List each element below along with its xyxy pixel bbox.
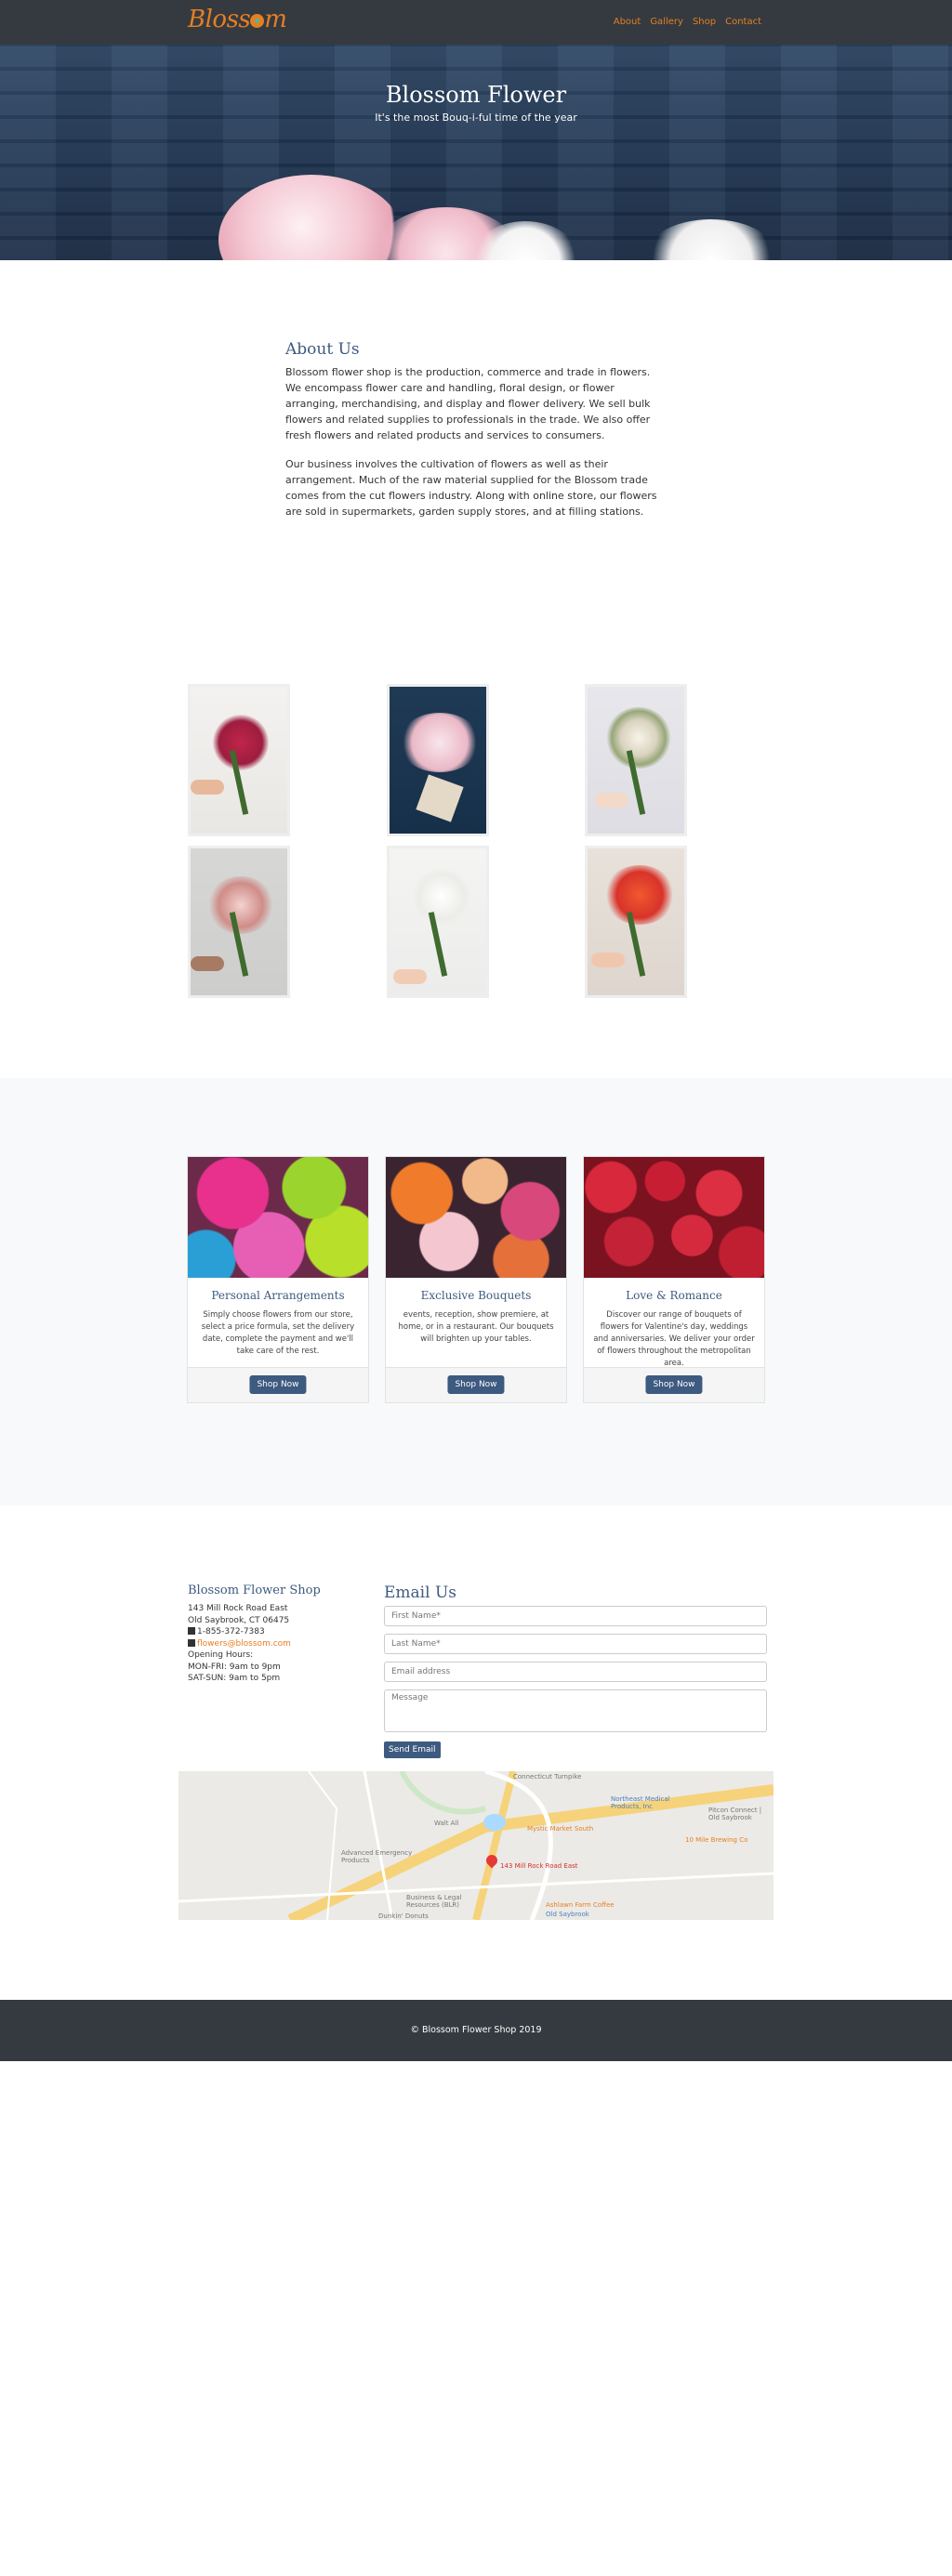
nav-link-contact[interactable]: Contact (725, 17, 761, 27)
hand (595, 793, 628, 808)
product-card-personal: Personal Arrangements Simply choose flow… (187, 1156, 369, 1403)
product-description: Discover our range of bouquets of flower… (593, 1310, 755, 1368)
about-heading: About Us (285, 340, 360, 359)
nav-link-about[interactable]: About (614, 17, 641, 27)
brand-logo[interactable]: Bloss m (188, 6, 287, 33)
phone-icon (188, 1627, 195, 1635)
product-description: events, reception, show premiere, at hom… (398, 1310, 554, 1344)
gallery-image-pink-peonies[interactable] (387, 684, 489, 836)
send-email-button[interactable]: Send Email (384, 1741, 441, 1758)
about-paragraph-2: Our business involves the cultivation of… (285, 458, 657, 518)
address-line-1: 143 Mill Rock Road East (188, 1604, 288, 1613)
map-label: Old Saybrook (546, 1911, 589, 1918)
map-label: Dunkin' Donuts (378, 1912, 429, 1920)
product-card-exclusive: Exclusive Bouquets events, reception, sh… (385, 1156, 567, 1403)
contact-heading: Email Us (384, 1584, 456, 1602)
gallery-image-white-roses[interactable] (387, 846, 489, 998)
product-title: Personal Arrangements (211, 1289, 345, 1302)
hero-banner: Blossom Flower It's the most Bouq-i-ful … (0, 45, 952, 260)
address-line-2: Old Saybrook, CT 06475 (188, 1615, 290, 1625)
flower-bloom (412, 869, 471, 925)
phone-number[interactable]: 1-855-372-7383 (197, 1627, 265, 1636)
hero-peony-image-4 (641, 219, 781, 260)
flower-bloom (399, 713, 481, 772)
envelope-icon (188, 1638, 195, 1647)
map-label: Mystic Market South (527, 1825, 594, 1833)
shop-now-button[interactable]: Shop Now (249, 1375, 307, 1394)
gallery-image-tulips[interactable] (585, 846, 687, 998)
map-label: Walt All (434, 1820, 459, 1827)
hours-weekday: MON-FRI: 9am to 9pm (188, 1662, 281, 1672)
hours-weekend: SAT-SUN: 9am to 5pm (188, 1674, 281, 1683)
nav-link-shop[interactable]: Shop (693, 17, 716, 27)
phone-row: 1-855-372-7383 (188, 1626, 364, 1638)
map-marker-label: 143 Mill Rock Road East (500, 1862, 578, 1870)
product-image-red-roses (584, 1157, 764, 1278)
navbar: Bloss m About Gallery Shop Contact (0, 0, 952, 45)
map-label: Pitcon Connect | Old Saybrook (708, 1807, 762, 1821)
about-section: About Us Blossom flower shop is the prod… (285, 340, 667, 532)
map-label: Connecticut Turnpike (513, 1773, 582, 1781)
product-title: Exclusive Bouquets (420, 1289, 532, 1302)
message-input[interactable] (384, 1689, 767, 1732)
flower-bloom (207, 876, 274, 934)
email-link[interactable]: flowers@blossom.com (197, 1639, 291, 1649)
paper-wrap (416, 774, 464, 822)
product-title: Love & Romance (626, 1289, 722, 1302)
product-description: Simply choose flowers from our store, se… (201, 1310, 355, 1356)
nav-links: About Gallery Shop Contact (614, 17, 761, 27)
hand (191, 956, 224, 971)
email-row: flowers@blossom.com (188, 1638, 364, 1650)
copyright-text: © Blossom Flower Shop 2019 (410, 2025, 542, 2035)
nav-link-gallery[interactable]: Gallery (650, 17, 683, 27)
product-image-mixed-bouquet (386, 1157, 566, 1278)
shop-heading: Blossom Flower Shop (188, 1584, 321, 1597)
products-section: Personal Arrangements Simply choose flow… (0, 1078, 952, 1505)
flower-bloom (604, 865, 675, 925)
footer: © Blossom Flower Shop 2019 (0, 2000, 952, 2061)
last-name-input[interactable] (384, 1634, 767, 1654)
hand (393, 969, 427, 984)
product-image-gerberas (188, 1157, 368, 1278)
contact-form: Email Us Send Email (384, 1584, 767, 1758)
flower-bloom (213, 715, 269, 770)
hand (191, 780, 224, 795)
hours-label: Opening Hours: (188, 1650, 254, 1660)
product-card-romance: Love & Romance Discover our range of bou… (583, 1156, 765, 1403)
shop-info: Blossom Flower Shop 143 Mill Rock Road E… (188, 1584, 364, 1685)
card-footer: Shop Now (188, 1367, 368, 1402)
gallery-image-alstroemeria[interactable] (188, 846, 290, 998)
hero-title: Blossom Flower (385, 82, 567, 108)
map-label: Advanced Emergency Products (341, 1849, 413, 1864)
hero-subtitle: It's the most Bouq-i-ful time of the yea… (375, 112, 577, 124)
shop-now-button[interactable]: Shop Now (447, 1375, 505, 1394)
gallery-image-white-wildflowers[interactable] (585, 684, 687, 836)
flower-bloom (606, 707, 671, 769)
map-label: Ashlawn Farm Coffee (546, 1901, 615, 1909)
map-label: Northeast Medical Products, Inc (611, 1795, 670, 1810)
map-embed[interactable]: Walt All Advanced Emergency Products Mys… (178, 1771, 774, 1920)
first-name-input[interactable] (384, 1606, 767, 1626)
about-paragraph-1: Blossom flower shop is the production, c… (285, 366, 651, 441)
map-label: Business & Legal Resources (BLR) (406, 1894, 462, 1909)
email-input[interactable] (384, 1662, 767, 1682)
card-footer: Shop Now (584, 1367, 764, 1402)
card-footer: Shop Now (386, 1367, 566, 1402)
gallery-image-red-lilies[interactable] (188, 684, 290, 836)
hand (591, 953, 625, 967)
map-label: 10 Mile Brewing Co (685, 1836, 748, 1844)
shop-now-button[interactable]: Shop Now (645, 1375, 703, 1394)
